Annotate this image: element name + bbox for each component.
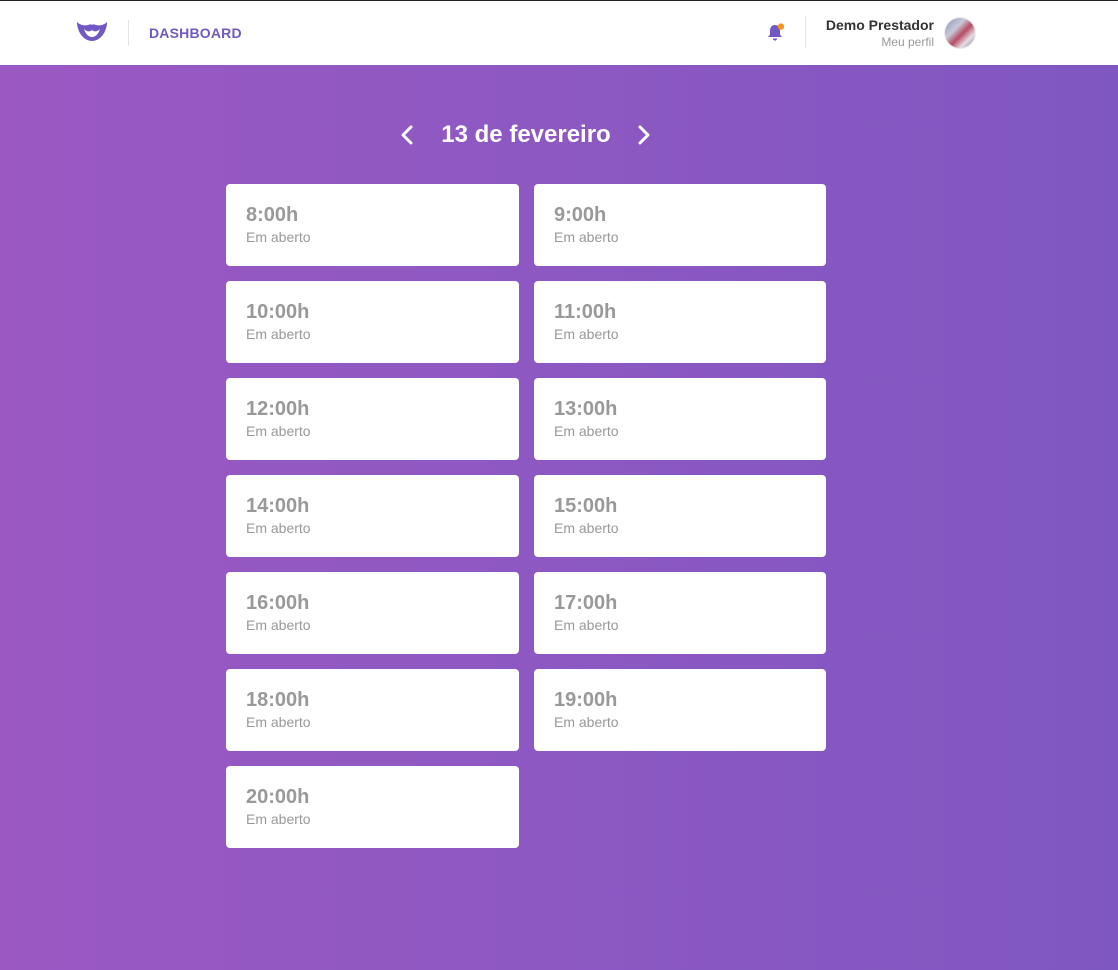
next-day-button[interactable] <box>634 123 654 147</box>
notification-dot <box>777 23 785 30</box>
time-slot[interactable]: 10:00h Em aberto <box>226 281 519 363</box>
profile-name: Demo Prestador <box>825 17 934 33</box>
time-slot[interactable]: 8:00h Em aberto <box>226 184 519 266</box>
bell-icon <box>768 23 785 41</box>
slot-status: Em aberto <box>554 229 619 245</box>
nav-dashboard-link[interactable]: DASHBOARD <box>149 25 242 41</box>
slot-time: 13:00h <box>554 398 618 420</box>
slot-time: 12:00h <box>246 398 310 420</box>
slot-status: Em aberto <box>246 811 311 827</box>
time-slot[interactable]: 11:00h Em aberto <box>534 281 826 363</box>
top-navbar: DASHBOARD Demo Prestador Meu perfil <box>0 1 1118 65</box>
slot-status: Em aberto <box>554 617 619 633</box>
slot-time: 20:00h <box>246 786 310 808</box>
slot-time: 11:00h <box>554 301 617 323</box>
slot-time: 19:00h <box>554 689 618 711</box>
current-date-title: 13 de fevereiro <box>441 121 611 148</box>
time-slot[interactable]: 17:00h Em aberto <box>534 572 826 654</box>
slot-time: 18:00h <box>246 689 310 711</box>
slot-time: 9:00h <box>554 204 607 226</box>
previous-day-button[interactable] <box>397 123 417 147</box>
slot-status: Em aberto <box>246 617 311 633</box>
slot-status: Em aberto <box>246 714 311 730</box>
slot-status: Em aberto <box>246 520 311 536</box>
slot-time: 8:00h <box>246 204 299 226</box>
date-navigation: 13 de fevereiro <box>0 118 1053 152</box>
slot-time: 10:00h <box>246 301 310 323</box>
slot-status: Em aberto <box>554 714 619 730</box>
time-slot[interactable]: 14:00h Em aberto <box>226 475 519 557</box>
header-divider <box>128 20 129 46</box>
mustache-logo-icon[interactable] <box>76 19 108 45</box>
slot-status: Em aberto <box>554 326 619 342</box>
slot-status: Em aberto <box>246 423 311 439</box>
chevron-right-icon <box>638 125 650 145</box>
slot-status: Em aberto <box>246 326 311 342</box>
time-slot[interactable]: 19:00h Em aberto <box>534 669 826 751</box>
slot-status: Em aberto <box>246 229 311 245</box>
chevron-left-icon <box>401 125 413 145</box>
time-slot[interactable]: 18:00h Em aberto <box>226 669 519 751</box>
slot-time: 14:00h <box>246 495 310 517</box>
slot-time: 17:00h <box>554 592 618 614</box>
time-slot[interactable]: 15:00h Em aberto <box>534 475 826 557</box>
time-slot[interactable]: 20:00h Em aberto <box>226 766 519 848</box>
time-slot[interactable]: 13:00h Em aberto <box>534 378 826 460</box>
profile-link[interactable]: Meu perfil <box>881 35 934 49</box>
time-slot[interactable]: 16:00h Em aberto <box>226 572 519 654</box>
slot-time: 16:00h <box>246 592 310 614</box>
notifications-button[interactable] <box>766 23 785 43</box>
schedule-slots-list: 8:00h Em aberto 9:00h Em aberto 10:00h E… <box>226 184 826 848</box>
header-divider-right <box>805 16 806 48</box>
time-slot[interactable]: 9:00h Em aberto <box>534 184 826 266</box>
time-slot[interactable]: 12:00h Em aberto <box>226 378 519 460</box>
slot-time: 15:00h <box>554 495 618 517</box>
avatar[interactable] <box>944 17 976 49</box>
slot-status: Em aberto <box>554 520 619 536</box>
slot-status: Em aberto <box>554 423 619 439</box>
